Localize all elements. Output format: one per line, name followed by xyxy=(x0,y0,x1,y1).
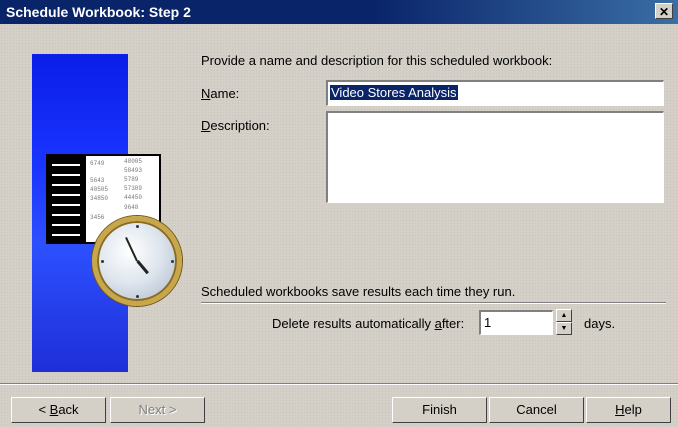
description-label: Description: xyxy=(201,118,270,133)
delete-label: Delete results automatically after: xyxy=(272,316,465,331)
name-field[interactable]: Video Stores Analysis xyxy=(326,80,664,106)
spin-down-button[interactable]: ▼ xyxy=(556,322,572,335)
arrow-down-icon: ▼ xyxy=(560,325,568,332)
back-button[interactable]: < Back xyxy=(11,397,106,423)
name-label: Name: xyxy=(201,86,240,101)
prompt-text: Provide a name and description for this … xyxy=(201,53,553,68)
delete-days-input[interactable]: 1 xyxy=(479,310,553,335)
info-text: Scheduled workbooks save results each ti… xyxy=(201,284,516,299)
title-bar: Schedule Workbook: Step 2 ✕ xyxy=(0,0,678,24)
button-divider xyxy=(0,383,678,385)
help-button[interactable]: Help xyxy=(586,397,671,423)
spin-up-button[interactable]: ▲ xyxy=(556,309,572,322)
arrow-up-icon: ▲ xyxy=(560,312,568,319)
description-field[interactable] xyxy=(326,111,664,203)
window-title: Schedule Workbook: Step 2 xyxy=(6,4,191,20)
name-value: Video Stores Analysis xyxy=(330,85,458,100)
clock-icon xyxy=(92,216,182,306)
cancel-button[interactable]: Cancel xyxy=(489,397,584,423)
finish-button[interactable]: Finish xyxy=(392,397,487,423)
close-icon: ✕ xyxy=(658,5,670,19)
days-unit: days. xyxy=(584,316,616,331)
close-button[interactable]: ✕ xyxy=(655,3,673,19)
section-divider xyxy=(201,302,666,304)
next-button[interactable]: Next > xyxy=(110,397,205,423)
delete-days-value: 1 xyxy=(484,315,492,330)
